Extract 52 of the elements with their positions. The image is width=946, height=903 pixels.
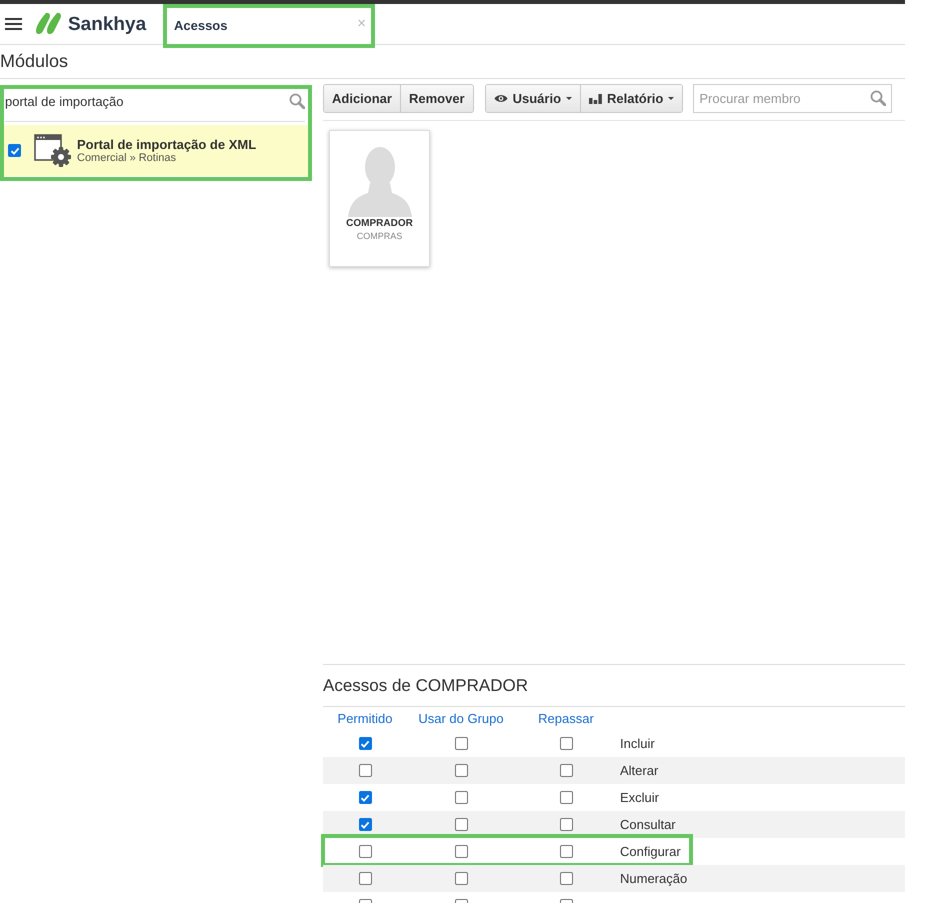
checkbox[interactable] bbox=[454, 764, 468, 777]
checkbox[interactable] bbox=[358, 872, 372, 885]
caret-icon bbox=[668, 97, 674, 100]
dropdown-button[interactable]: Relatório bbox=[580, 85, 682, 112]
search-field[interactable]: Procurar membro bbox=[693, 84, 892, 113]
toolbar-button[interactable]: Remover bbox=[400, 85, 473, 112]
checkbox[interactable] bbox=[454, 818, 468, 831]
checkbox[interactable] bbox=[358, 764, 372, 777]
member-card[interactable]: COMPRADOR COMPRAS bbox=[329, 130, 430, 267]
module-title: Portal de importação de XML bbox=[77, 136, 256, 152]
checkbox[interactable] bbox=[560, 818, 572, 831]
permission-label: Incluir bbox=[620, 736, 655, 750]
checkbox[interactable] bbox=[560, 872, 572, 885]
permission-label: Consultar bbox=[620, 816, 676, 832]
menu-icon[interactable] bbox=[5, 17, 22, 31]
checkbox[interactable] bbox=[454, 845, 468, 858]
column-header[interactable]: Repassar bbox=[538, 708, 594, 728]
column-header[interactable]: Permitido bbox=[338, 708, 392, 728]
caret-icon bbox=[566, 97, 572, 100]
search-icon[interactable] bbox=[289, 93, 305, 109]
checkbox[interactable] bbox=[8, 144, 21, 157]
eye-icon bbox=[494, 94, 508, 103]
checkbox[interactable] bbox=[560, 737, 572, 750]
bar-chart-icon bbox=[589, 94, 602, 104]
checkbox[interactable] bbox=[358, 818, 372, 831]
checkbox[interactable] bbox=[358, 845, 372, 858]
permission-label: Alterar bbox=[620, 762, 658, 778]
toolbar-button[interactable]: Adicionar bbox=[324, 85, 400, 112]
person-silhouette-icon bbox=[348, 145, 412, 217]
checkbox[interactable] bbox=[454, 737, 468, 750]
checkbox[interactable] bbox=[454, 791, 468, 804]
checkbox[interactable] bbox=[358, 737, 372, 750]
checkbox[interactable] bbox=[560, 791, 572, 804]
panel-title: Acessos de COMPRADOR bbox=[323, 674, 528, 697]
module-path: Comercial » Rotinas bbox=[77, 152, 176, 164]
checkbox[interactable] bbox=[560, 845, 572, 858]
checkbox[interactable] bbox=[358, 791, 372, 804]
permission-label: Numeração bbox=[620, 870, 688, 886]
member-group: COMPRAS bbox=[356, 230, 402, 242]
checkbox[interactable] bbox=[560, 764, 572, 777]
permission-label: Configurar bbox=[620, 844, 681, 858]
dropdown-button[interactable]: Usuário bbox=[486, 85, 580, 112]
search-icon[interactable] bbox=[870, 90, 886, 106]
window-gear-icon bbox=[34, 134, 72, 167]
column-header[interactable]: Usar do Grupo bbox=[418, 708, 504, 728]
brand-logo-icon bbox=[35, 12, 63, 36]
permission-label: Excluir bbox=[620, 790, 660, 804]
module-row[interactable]: Portal de importação de XML Comercial » Rotinas bbox=[4, 125, 308, 176]
member-name: COMPRADOR bbox=[346, 218, 413, 230]
page-title: Módulos bbox=[0, 50, 68, 73]
checkbox[interactable] bbox=[454, 872, 468, 885]
brand-name: Sankhya bbox=[68, 14, 146, 34]
